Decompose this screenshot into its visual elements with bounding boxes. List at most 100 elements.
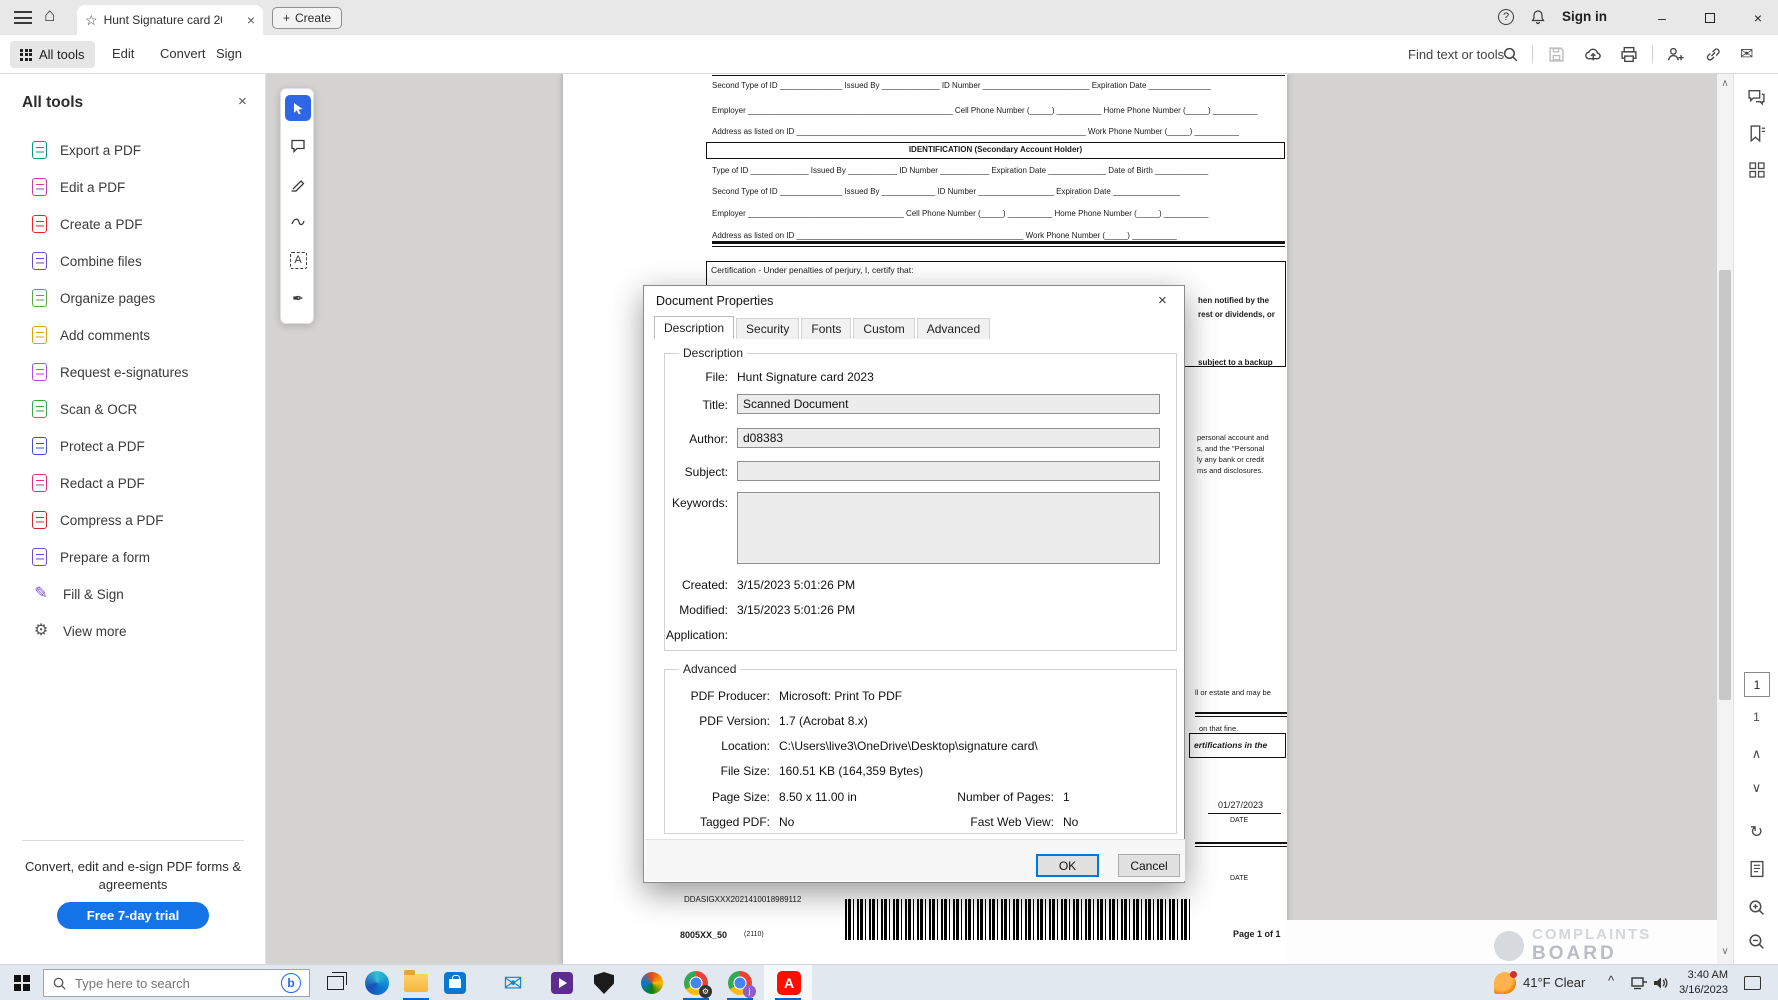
ok-button[interactable]: OK xyxy=(1036,854,1099,877)
bookmarks-panel-icon[interactable] xyxy=(1734,124,1778,148)
taskbar-clock[interactable]: 3:40 AM 3/16/2023 xyxy=(1672,968,1728,998)
zoom-out-icon[interactable] xyxy=(1734,932,1778,956)
tool-edit-pdf[interactable]: Edit a PDF xyxy=(0,171,266,203)
menu-sign[interactable]: Sign xyxy=(216,46,242,61)
tool-organize-pages[interactable]: Organize pages xyxy=(0,282,266,314)
tool-fill-sign[interactable]: ✎Fill & Sign xyxy=(0,578,266,610)
menu-convert[interactable]: Convert xyxy=(160,46,206,61)
sign-in-button[interactable]: Sign in xyxy=(1562,9,1607,24)
home-icon[interactable]: ⌂ xyxy=(44,5,55,27)
file-explorer-icon[interactable] xyxy=(403,970,429,996)
weather-label[interactable]: 41°F Clear xyxy=(1523,975,1585,990)
search-icon[interactable] xyxy=(1502,46,1519,68)
chrome-profile1-icon[interactable]: ⚙ xyxy=(683,970,709,996)
task-view-button[interactable] xyxy=(322,970,348,996)
edge-icon[interactable] xyxy=(364,970,390,996)
page-text: Page 1 of 1 xyxy=(1233,929,1281,939)
tool-protect-pdf[interactable]: Protect a PDF xyxy=(0,430,266,462)
document-tab[interactable]: ☆ Hunt Signature card 202... × xyxy=(77,5,263,35)
tool-prepare-form[interactable]: Prepare a form xyxy=(0,541,266,573)
office-icon[interactable] xyxy=(639,970,665,996)
panel-close-icon[interactable]: × xyxy=(238,93,247,110)
chrome-profile2-icon[interactable]: j xyxy=(727,970,753,996)
tool-create-pdf[interactable]: Create a PDF xyxy=(0,208,266,240)
tool-combine-files[interactable]: Combine files xyxy=(0,245,266,277)
page-thumbnails-icon[interactable] xyxy=(1734,161,1778,184)
compress-pdf-icon xyxy=(32,511,47,529)
help-icon[interactable]: ? xyxy=(1498,9,1514,25)
keywords-input[interactable] xyxy=(737,492,1160,564)
tool-compress-pdf[interactable]: Compress a PDF xyxy=(0,504,266,536)
previous-page-icon[interactable]: ∧ xyxy=(1734,746,1778,762)
movies-tv-icon[interactable] xyxy=(549,970,575,996)
request-signature-icon[interactable] xyxy=(1666,46,1685,68)
microsoft-store-icon[interactable] xyxy=(442,970,468,996)
select-tool-button[interactable] xyxy=(285,95,311,121)
find-text-label[interactable]: Find text or tools xyxy=(1408,47,1504,62)
action-center-icon[interactable] xyxy=(1744,976,1761,990)
add-text-tool-button[interactable]: A xyxy=(285,247,311,273)
sign-tool-button[interactable]: ✒ xyxy=(285,285,311,311)
subject-input[interactable] xyxy=(737,461,1160,481)
menu-edit[interactable]: Edit xyxy=(112,46,134,61)
title-input[interactable] xyxy=(737,394,1160,414)
tool-redact-pdf[interactable]: Redact a PDF xyxy=(0,467,266,499)
weather-icon[interactable] xyxy=(1494,972,1516,994)
page-text: Address as listed on ID ________________… xyxy=(712,127,1239,136)
next-page-icon[interactable]: ∨ xyxy=(1734,780,1778,796)
tool-scan-ocr[interactable]: Scan & OCR xyxy=(0,393,266,425)
menu-all-tools[interactable]: All tools xyxy=(10,41,95,68)
author-input[interactable] xyxy=(737,428,1160,448)
dialog-close-icon[interactable]: × xyxy=(1158,292,1167,309)
tool-view-more[interactable]: ⚙View more xyxy=(0,615,266,647)
tool-request-esignatures[interactable]: Request e-signatures xyxy=(0,356,266,388)
tool-export-pdf[interactable]: Export a PDF xyxy=(0,134,266,166)
tool-add-comments[interactable]: Add comments xyxy=(0,319,266,351)
tab-close-icon[interactable]: × xyxy=(247,12,255,28)
highlighter-tool-button[interactable] xyxy=(285,171,311,197)
tab-fonts[interactable]: Fonts xyxy=(801,318,851,339)
window-maximize-button[interactable] xyxy=(1690,0,1730,35)
rotate-page-icon[interactable]: ↻ xyxy=(1734,822,1778,842)
application-label: Application: xyxy=(644,628,728,644)
star-icon[interactable]: ☆ xyxy=(85,12,98,29)
start-button[interactable] xyxy=(14,975,30,991)
dialog-footer xyxy=(645,839,1185,881)
tab-custom[interactable]: Custom xyxy=(853,318,914,339)
menu-hamburger-icon[interactable] xyxy=(14,11,32,24)
email-icon[interactable]: ✉ xyxy=(1740,44,1753,64)
scroll-up-icon[interactable]: ∧ xyxy=(1717,78,1733,89)
bing-icon[interactable]: b xyxy=(281,973,301,993)
scrollbar-thumb[interactable] xyxy=(1719,270,1731,700)
vertical-scrollbar[interactable]: ∧ ∨ xyxy=(1717,74,1733,964)
upload-cloud-icon[interactable] xyxy=(1584,46,1602,68)
comments-panel-icon[interactable] xyxy=(1734,88,1778,112)
notifications-bell-icon[interactable] xyxy=(1530,9,1546,31)
cancel-button[interactable]: Cancel xyxy=(1118,854,1180,877)
current-page-input[interactable]: 1 xyxy=(1744,672,1770,697)
taskbar-search-box[interactable]: b xyxy=(43,969,310,997)
scroll-down-icon[interactable]: ∨ xyxy=(1717,946,1733,957)
window-close-button[interactable]: × xyxy=(1738,0,1778,35)
acrobat-taskbar-cell[interactable]: A xyxy=(764,965,812,1000)
comment-tool-button[interactable] xyxy=(285,133,311,159)
acrobat-icon[interactable]: A xyxy=(776,970,802,996)
zoom-in-icon[interactable] xyxy=(1734,898,1778,922)
volume-icon[interactable] xyxy=(1648,970,1674,996)
window-minimize-button[interactable]: – xyxy=(1642,0,1682,35)
tab-advanced[interactable]: Advanced xyxy=(917,318,990,339)
draw-tool-button[interactable] xyxy=(285,209,311,235)
mail-icon[interactable]: ✉ xyxy=(500,970,526,996)
subject-label: Subject: xyxy=(644,465,728,481)
tab-security[interactable]: Security xyxy=(736,318,799,339)
total-pages-label: 1 xyxy=(1734,710,1778,724)
page-view-icon[interactable] xyxy=(1734,860,1778,883)
tray-expand-icon[interactable]: ^ xyxy=(1608,973,1614,988)
print-icon[interactable] xyxy=(1620,46,1638,68)
link-icon[interactable] xyxy=(1704,46,1722,68)
free-trial-button[interactable]: Free 7-day trial xyxy=(57,902,209,929)
taskbar-search-input[interactable] xyxy=(75,976,245,991)
defender-shield-icon[interactable] xyxy=(591,970,617,996)
create-button[interactable]: + Create xyxy=(272,7,342,29)
tab-description[interactable]: Description xyxy=(654,316,734,339)
